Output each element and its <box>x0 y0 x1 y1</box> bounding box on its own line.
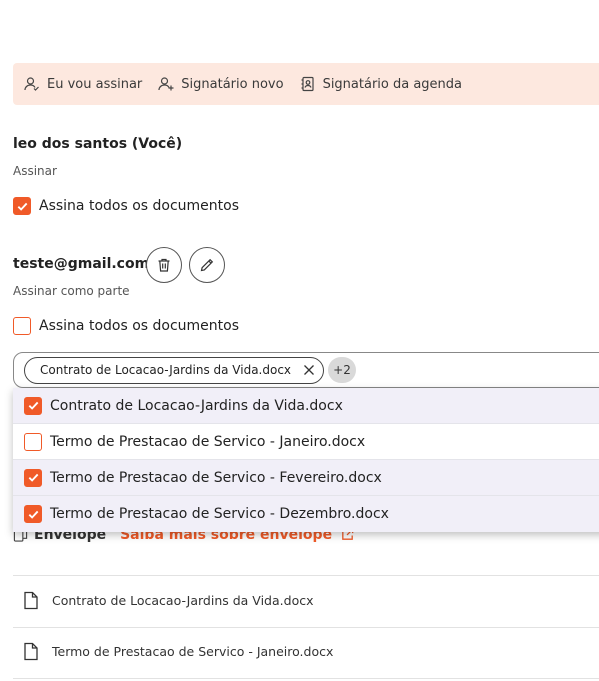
document-option-label: Termo de Prestacao de Servico - Dezembro… <box>50 506 389 522</box>
signer-1-name: leo dos santos (Você) <box>13 136 183 152</box>
signer-toolbar: Eu vou assinar Signatário novo Signatári… <box>13 63 599 105</box>
divider <box>13 627 599 628</box>
divider <box>13 575 599 576</box>
pencil-icon <box>200 258 214 272</box>
file-list-item[interactable]: Contrato de Locacao-Jardins da Vida.docx <box>23 591 313 610</box>
delete-signer-button[interactable] <box>146 247 182 283</box>
file-list-item[interactable]: Termo de Prestacao de Servico - Janeiro.… <box>23 642 333 661</box>
agenda-signer-label: Signatário da agenda <box>322 76 463 92</box>
checkbox-checked-icon <box>13 197 31 215</box>
new-signer-label: Signatário novo <box>181 76 284 92</box>
signer-2-name: teste@gmail.com <box>13 256 150 272</box>
checkbox-unchecked-icon <box>13 317 31 335</box>
document-option-label: Contrato de Locacao-Jardins da Vida.docx <box>50 397 343 414</box>
agenda-signer-button[interactable]: Signatário da agenda <box>300 76 462 92</box>
document-option-label: Termo de Prestacao de Servico - Fevereir… <box>50 469 382 486</box>
file-icon <box>24 642 38 661</box>
signer-2-role: Assinar como parte <box>13 284 130 298</box>
selected-document-chip-label: Contrato de Locacao-Jardins da Vida.docx <box>40 363 292 377</box>
trash-icon <box>158 258 170 272</box>
document-option-label: Termo de Prestacao de Servico - Janeiro.… <box>50 433 366 450</box>
new-signer-button[interactable]: Signatário novo <box>158 76 284 92</box>
i-will-sign-label: Eu vou assinar <box>47 76 143 92</box>
edit-signer-button[interactable] <box>189 247 225 283</box>
document-multiselect[interactable]: Contrato de Locacao-Jardins da Vida.docx… <box>13 352 599 388</box>
signer-2-sign-all-label: Assina todos os documentos <box>39 318 240 334</box>
document-option[interactable]: Termo de Prestacao de Servico - Fevereir… <box>13 460 599 496</box>
checkbox-checked-icon <box>24 505 42 523</box>
signer-2-sign-all-checkbox[interactable]: Assina todos os documentos <box>13 317 239 335</box>
checkbox-checked-icon <box>24 396 42 415</box>
file-name: Contrato de Locacao-Jardins da Vida.docx <box>52 593 314 608</box>
i-will-sign-button[interactable]: Eu vou assinar <box>24 76 142 92</box>
selected-document-chip: Contrato de Locacao-Jardins da Vida.docx <box>24 356 325 384</box>
document-option[interactable]: Termo de Prestacao de Servico - Janeiro.… <box>13 424 599 460</box>
signer-1-sign-all-checkbox[interactable]: Assina todos os documentos <box>13 197 239 215</box>
document-option[interactable]: Termo de Prestacao de Servico - Dezembro… <box>13 496 599 532</box>
checkbox-unchecked-icon <box>24 432 42 451</box>
file-icon <box>24 591 38 610</box>
document-option[interactable]: Contrato de Locacao-Jardins da Vida.docx <box>13 388 599 424</box>
more-selected-badge: +2 <box>328 357 357 383</box>
signer-1-sign-all-label: Assina todos os documentos <box>39 198 240 214</box>
checkbox-checked-icon <box>24 468 42 487</box>
user-plus-icon <box>158 77 174 91</box>
signer-1-role: Assinar <box>13 164 57 178</box>
contact-book-icon <box>301 76 314 92</box>
remove-chip-icon[interactable] <box>301 362 317 378</box>
user-check-icon <box>24 77 39 91</box>
file-name: Termo de Prestacao de Servico - Janeiro.… <box>52 644 334 659</box>
divider <box>13 678 599 679</box>
document-dropdown-list: Contrato de Locacao-Jardins da Vida.docx… <box>13 388 599 532</box>
